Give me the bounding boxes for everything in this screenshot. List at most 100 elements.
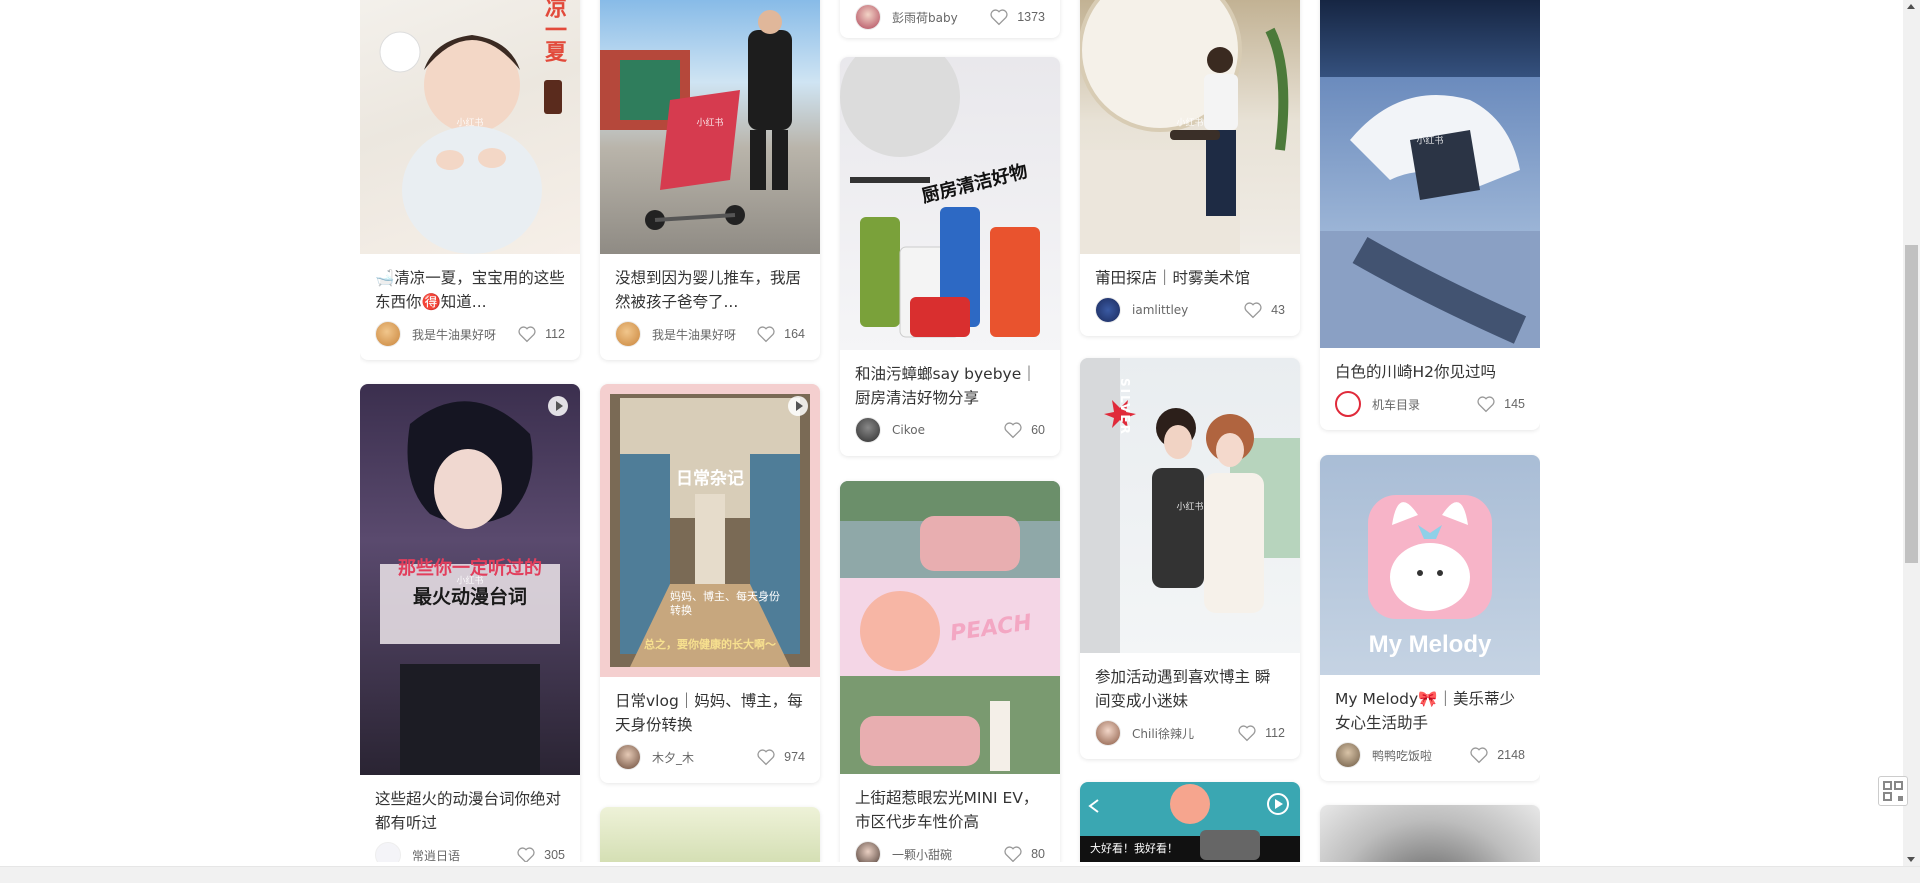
note-title[interactable]: 🛁清凉一夏，宝宝用的这些东西你🉐知道...	[375, 266, 565, 314]
note-meta: 彭雨荷baby 1373	[840, 0, 1060, 34]
note-meta: 常逍日语 305	[375, 841, 565, 862]
note-title[interactable]: 莆田探店｜时雾美术馆	[1095, 266, 1285, 290]
like-button[interactable]: 43	[1243, 301, 1285, 319]
author-name[interactable]: iamlittley	[1132, 303, 1243, 317]
note-meta: Cikoe 60	[855, 416, 1045, 444]
note-cover-image[interactable]: 凉一夏 小红书	[360, 0, 580, 254]
note-title[interactable]: 日常vlog｜妈妈、博主，每天身份转换	[615, 689, 805, 737]
watermark-text: 小红书	[1176, 118, 1204, 129]
author-avatar[interactable]	[615, 744, 641, 770]
note-title[interactable]: 没想到因为婴儿推车，我居然被孩子爸夸了...	[615, 266, 805, 314]
author-avatar[interactable]	[375, 842, 401, 862]
cover-title-text: My Melody	[1368, 631, 1492, 658]
author-name[interactable]: 我是牛油果好呀	[652, 326, 756, 343]
heart-icon	[1244, 302, 1262, 319]
like-button[interactable]: 974	[756, 748, 805, 766]
author-avatar[interactable]	[1095, 720, 1121, 746]
scroll-up-arrow-icon[interactable]	[1907, 4, 1915, 9]
scroll-down-arrow-icon[interactable]	[1907, 857, 1915, 862]
note-title[interactable]: 和油污蟑螂say byebye｜厨房清洁好物分享	[855, 362, 1045, 410]
note-card[interactable]: 彭雨荷baby 1373	[840, 0, 1060, 38]
author-avatar[interactable]	[1095, 297, 1121, 323]
like-count: 164	[784, 327, 805, 341]
note-cover-image[interactable]: 小红书	[1080, 0, 1300, 254]
note-title[interactable]: 这些超火的动漫台词你绝对都有听过	[375, 787, 565, 835]
author-name[interactable]: 常逍日语	[412, 847, 516, 863]
note-card[interactable]: 凉一夏 小红书 🛁清凉一夏，宝宝用的这些东西你🉐知道... 我是牛油果好呀 11…	[360, 0, 580, 360]
author-name[interactable]: 一颗小甜碗	[892, 846, 1003, 863]
note-meta: 我是牛油果好呀 164	[615, 320, 805, 348]
author-name[interactable]: 鸭鸭吃饭啦	[1372, 747, 1469, 764]
note-cover-image[interactable]: 日常杂记 妈妈、博主、每天身份转换 总之，要你健康的长大啊～	[600, 384, 820, 677]
author-avatar[interactable]	[855, 417, 881, 443]
note-info: 莆田探店｜时雾美术馆 iamlittley 43	[1080, 254, 1300, 336]
cover-title-line-2: 最火动漫台词	[412, 586, 527, 608]
note-cover-image[interactable]: PEACH	[840, 481, 1060, 774]
author-name[interactable]: 木夕_木	[652, 749, 756, 766]
like-button[interactable]: 80	[1003, 845, 1045, 862]
note-card[interactable]: 小红书 莆田探店｜时雾美术馆 iamlittley 43	[1080, 0, 1300, 336]
like-button[interactable]: 112	[517, 325, 565, 343]
like-button[interactable]: 164	[756, 325, 805, 343]
like-button[interactable]: 305	[516, 846, 565, 862]
vertical-scrollbar[interactable]	[1903, 0, 1920, 866]
watermark-text: 小红书	[1416, 136, 1444, 147]
cover-title-text: 凉一夏	[541, 0, 566, 62]
qr-code-button[interactable]	[1878, 776, 1908, 806]
author-avatar[interactable]	[855, 4, 881, 30]
author-avatar[interactable]	[375, 321, 401, 347]
horizontal-scrollbar[interactable]	[0, 866, 1920, 883]
cover-title-line-1: 日常杂记	[676, 469, 744, 489]
author-name[interactable]: 彭雨荷baby	[892, 9, 989, 26]
cover-title-line-3: 总之，要你健康的长大啊～	[644, 638, 776, 651]
note-card[interactable]: 小红书 没想到因为婴儿推车，我居然被孩子爸夸了... 我是牛油果好呀 164	[600, 0, 820, 360]
note-cover-image[interactable]	[600, 807, 820, 862]
heart-icon	[518, 326, 536, 343]
like-button[interactable]: 60	[1003, 421, 1045, 439]
note-cover-image[interactable]: My Melody	[1320, 455, 1540, 675]
note-cover-image[interactable]: 小红书	[600, 0, 820, 254]
note-card[interactable]: 日常杂记 妈妈、博主、每天身份转换 总之，要你健康的长大啊～ 日常vlog｜妈妈…	[600, 384, 820, 783]
note-card[interactable]: SILVER 小红书 参加活动遇到喜欢博主 瞬间变成小迷妹 Chili徐辣儿 1…	[1080, 358, 1300, 759]
author-avatar[interactable]	[1335, 391, 1361, 417]
note-title[interactable]: 参加活动遇到喜欢博主 瞬间变成小迷妹	[1095, 665, 1285, 713]
note-cover-image[interactable]	[1320, 805, 1540, 862]
note-title[interactable]: 白色的川崎H2你见过吗	[1335, 360, 1525, 384]
note-card[interactable]: PEACH 上街超惹眼宏光MINI EV，市区代步车性价高 一颗小甜碗 80	[840, 481, 1060, 862]
note-cover-image[interactable]: 小红书	[1320, 0, 1540, 348]
like-button[interactable]: 145	[1476, 395, 1525, 413]
note-meta: 木夕_木 974	[615, 743, 805, 771]
note-card[interactable]: My Melody My Melody🎀｜美乐蒂少女心生活助手 鸭鸭吃饭啦 21…	[1320, 455, 1540, 781]
like-button[interactable]: 112	[1237, 724, 1285, 742]
author-avatar[interactable]	[1335, 742, 1361, 768]
scrollbar-thumb[interactable]	[1905, 245, 1918, 563]
note-card[interactable]	[600, 807, 820, 862]
author-name[interactable]: Cikoe	[892, 423, 1003, 437]
note-cover-image[interactable]: 厨房清洁好物	[840, 57, 1060, 350]
note-cover-image[interactable]: 大好看！我好看！	[1080, 782, 1300, 862]
author-name[interactable]: 机车目录	[1372, 396, 1476, 413]
author-name[interactable]: Chili徐辣儿	[1132, 725, 1237, 742]
note-card[interactable]: 那些你一定听过的 最火动漫台词 小红书 这些超火的动漫台词你绝对都有听过 常逍日…	[360, 384, 580, 862]
note-info: My Melody🎀｜美乐蒂少女心生活助手 鸭鸭吃饭啦 2148	[1320, 675, 1540, 781]
note-meta: iamlittley 43	[1095, 296, 1285, 324]
note-card[interactable]: 小红书 白色的川崎H2你见过吗 机车目录 145	[1320, 0, 1540, 430]
note-card[interactable]: 厨房清洁好物 和油污蟑螂say byebye｜厨房清洁好物分享 Cikoe 60	[840, 57, 1060, 456]
note-cover-image[interactable]: SILVER 小红书	[1080, 358, 1300, 653]
author-name[interactable]: 我是牛油果好呀	[412, 326, 517, 343]
note-title[interactable]: My Melody🎀｜美乐蒂少女心生活助手	[1335, 687, 1525, 735]
note-card[interactable]	[1320, 805, 1540, 862]
hallway-photo-illustration	[610, 394, 810, 667]
heart-icon	[1004, 422, 1022, 439]
author-avatar[interactable]	[855, 841, 881, 862]
heart-icon	[1470, 747, 1488, 764]
note-meta: 机车目录 145	[1335, 390, 1525, 418]
note-card[interactable]: 大好看！我好看！	[1080, 782, 1300, 862]
like-button[interactable]: 2148	[1469, 746, 1525, 764]
cover-title-line-2: 妈妈、博主、每天身份转换	[670, 590, 780, 617]
watermark-text: 小红书	[696, 118, 724, 129]
note-cover-image[interactable]: 那些你一定听过的 最火动漫台词 小红书	[360, 384, 580, 775]
author-avatar[interactable]	[615, 321, 641, 347]
note-title[interactable]: 上街超惹眼宏光MINI EV，市区代步车性价高	[855, 786, 1045, 834]
like-button[interactable]: 1373	[989, 8, 1045, 26]
